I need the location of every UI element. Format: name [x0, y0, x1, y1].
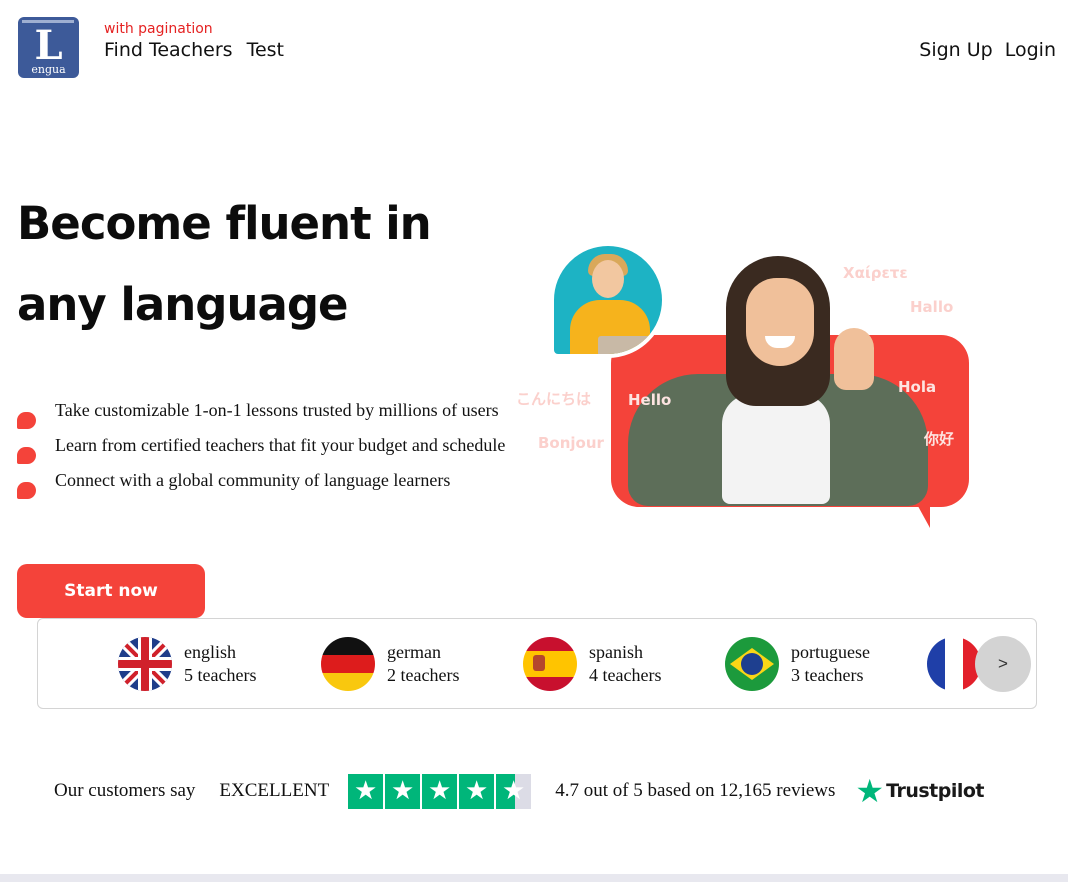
greeting-japanese: こんにちは — [516, 390, 592, 408]
language-card-german[interactable]: german 2 teachers — [321, 636, 459, 692]
star-icon: ★ — [385, 773, 421, 809]
feature-text: Learn from certified teachers that fit y… — [55, 435, 506, 455]
language-name: spanish — [589, 642, 643, 662]
greeting-german: Hallo — [910, 298, 954, 316]
language-carousel: english 5 teachers german 2 teachers spa… — [37, 618, 1037, 709]
spain-flag-icon — [523, 637, 577, 691]
login-link[interactable]: Login — [1005, 39, 1056, 61]
start-now-button[interactable]: Start now — [17, 564, 205, 618]
language-info: portuguese 3 teachers — [791, 641, 870, 687]
language-card-french[interactable] — [927, 636, 981, 692]
main-nav: Find Teachers Test — [104, 39, 284, 61]
language-info: german 2 teachers — [387, 641, 459, 687]
star-icon: ★ — [459, 773, 495, 809]
waving-hand — [834, 328, 874, 390]
nav-find-teachers[interactable]: Find Teachers — [104, 39, 233, 61]
student-head — [592, 260, 624, 298]
germany-flag-icon — [321, 637, 375, 691]
uk-flag-icon — [118, 637, 172, 691]
feature-text: Connect with a global community of langu… — [55, 470, 451, 490]
trustpilot-logo[interactable]: ★ Trustpilot — [855, 775, 984, 807]
greeting-greek: Χαίρετε — [843, 264, 908, 282]
star-rating: ★ ★ ★ ★ ★ — [348, 773, 532, 809]
teacher-count: 4 teachers — [589, 665, 662, 685]
sign-up-link[interactable]: Sign Up — [919, 39, 992, 61]
student-avatar-bubble — [550, 242, 666, 358]
page-bottom-strip — [0, 874, 1068, 882]
speech-bullet-icon — [17, 447, 36, 464]
trustpilot-wordmark: Trustpilot — [886, 780, 985, 802]
hero-illustration: Χαίρετε Hallo Hola こんにちは Hello Bonjour 你… — [510, 238, 980, 538]
language-name: english — [184, 642, 236, 662]
brazil-flag-icon — [725, 637, 779, 691]
teacher-count: 2 teachers — [387, 665, 460, 685]
teacher-face — [746, 278, 814, 366]
feature-item: Take customizable 1-on-1 lessons trusted… — [17, 399, 517, 429]
hero-title: Become fluent in any language — [17, 197, 432, 331]
language-info: english 5 teachers — [184, 641, 256, 687]
greeting-chinese: 你好 — [924, 430, 955, 448]
language-name: portuguese — [791, 642, 870, 662]
logo-wordmark: engua — [31, 63, 66, 76]
speech-bullet-icon — [17, 412, 36, 429]
teacher-count: 5 teachers — [184, 665, 257, 685]
half-star-icon: ★ — [496, 773, 532, 809]
teacher-top — [722, 394, 830, 504]
trust-rating-word: EXCELLENT — [219, 780, 330, 801]
carousel-next-button[interactable]: > — [975, 636, 1031, 692]
star-icon: ★ — [422, 773, 458, 809]
trustpilot-widget[interactable]: Our customers say EXCELLENT ★ ★ ★ ★ ★ 4.… — [54, 773, 985, 809]
feature-list: Take customizable 1-on-1 lessons trusted… — [17, 399, 517, 504]
france-flag-icon — [927, 637, 981, 691]
nav-test[interactable]: Test — [247, 39, 284, 61]
language-info: spanish 4 teachers — [589, 641, 661, 687]
language-card-english[interactable]: english 5 teachers — [118, 636, 256, 692]
feature-text: Take customizable 1-on-1 lessons trusted… — [55, 400, 499, 420]
greeting-spanish: Hola — [898, 378, 937, 396]
star-icon: ★ — [348, 773, 384, 809]
feature-item: Connect with a global community of langu… — [17, 469, 517, 499]
language-card-spanish[interactable]: spanish 4 teachers — [523, 636, 661, 692]
trustpilot-star-icon: ★ — [855, 772, 885, 810]
brand-logo[interactable]: L engua — [18, 17, 79, 78]
trust-score-text: 4.7 out of 5 based on 12,165 reviews — [555, 780, 836, 801]
greeting-english: Hello — [628, 391, 672, 409]
feature-item: Learn from certified teachers that fit y… — [17, 434, 517, 464]
teacher-count: 3 teachers — [791, 665, 864, 685]
auth-links: Sign Up Login — [919, 39, 1056, 61]
speech-bullet-icon — [17, 482, 36, 499]
site-subtitle: with pagination — [104, 21, 213, 37]
greeting-french: Bonjour — [538, 434, 604, 452]
language-card-portuguese[interactable]: portuguese 3 teachers — [725, 636, 870, 692]
language-name: german — [387, 642, 441, 662]
logo-letter: L — [34, 22, 63, 69]
laptop-icon — [598, 336, 662, 354]
trust-lead-text: Our customers say — [54, 780, 196, 801]
